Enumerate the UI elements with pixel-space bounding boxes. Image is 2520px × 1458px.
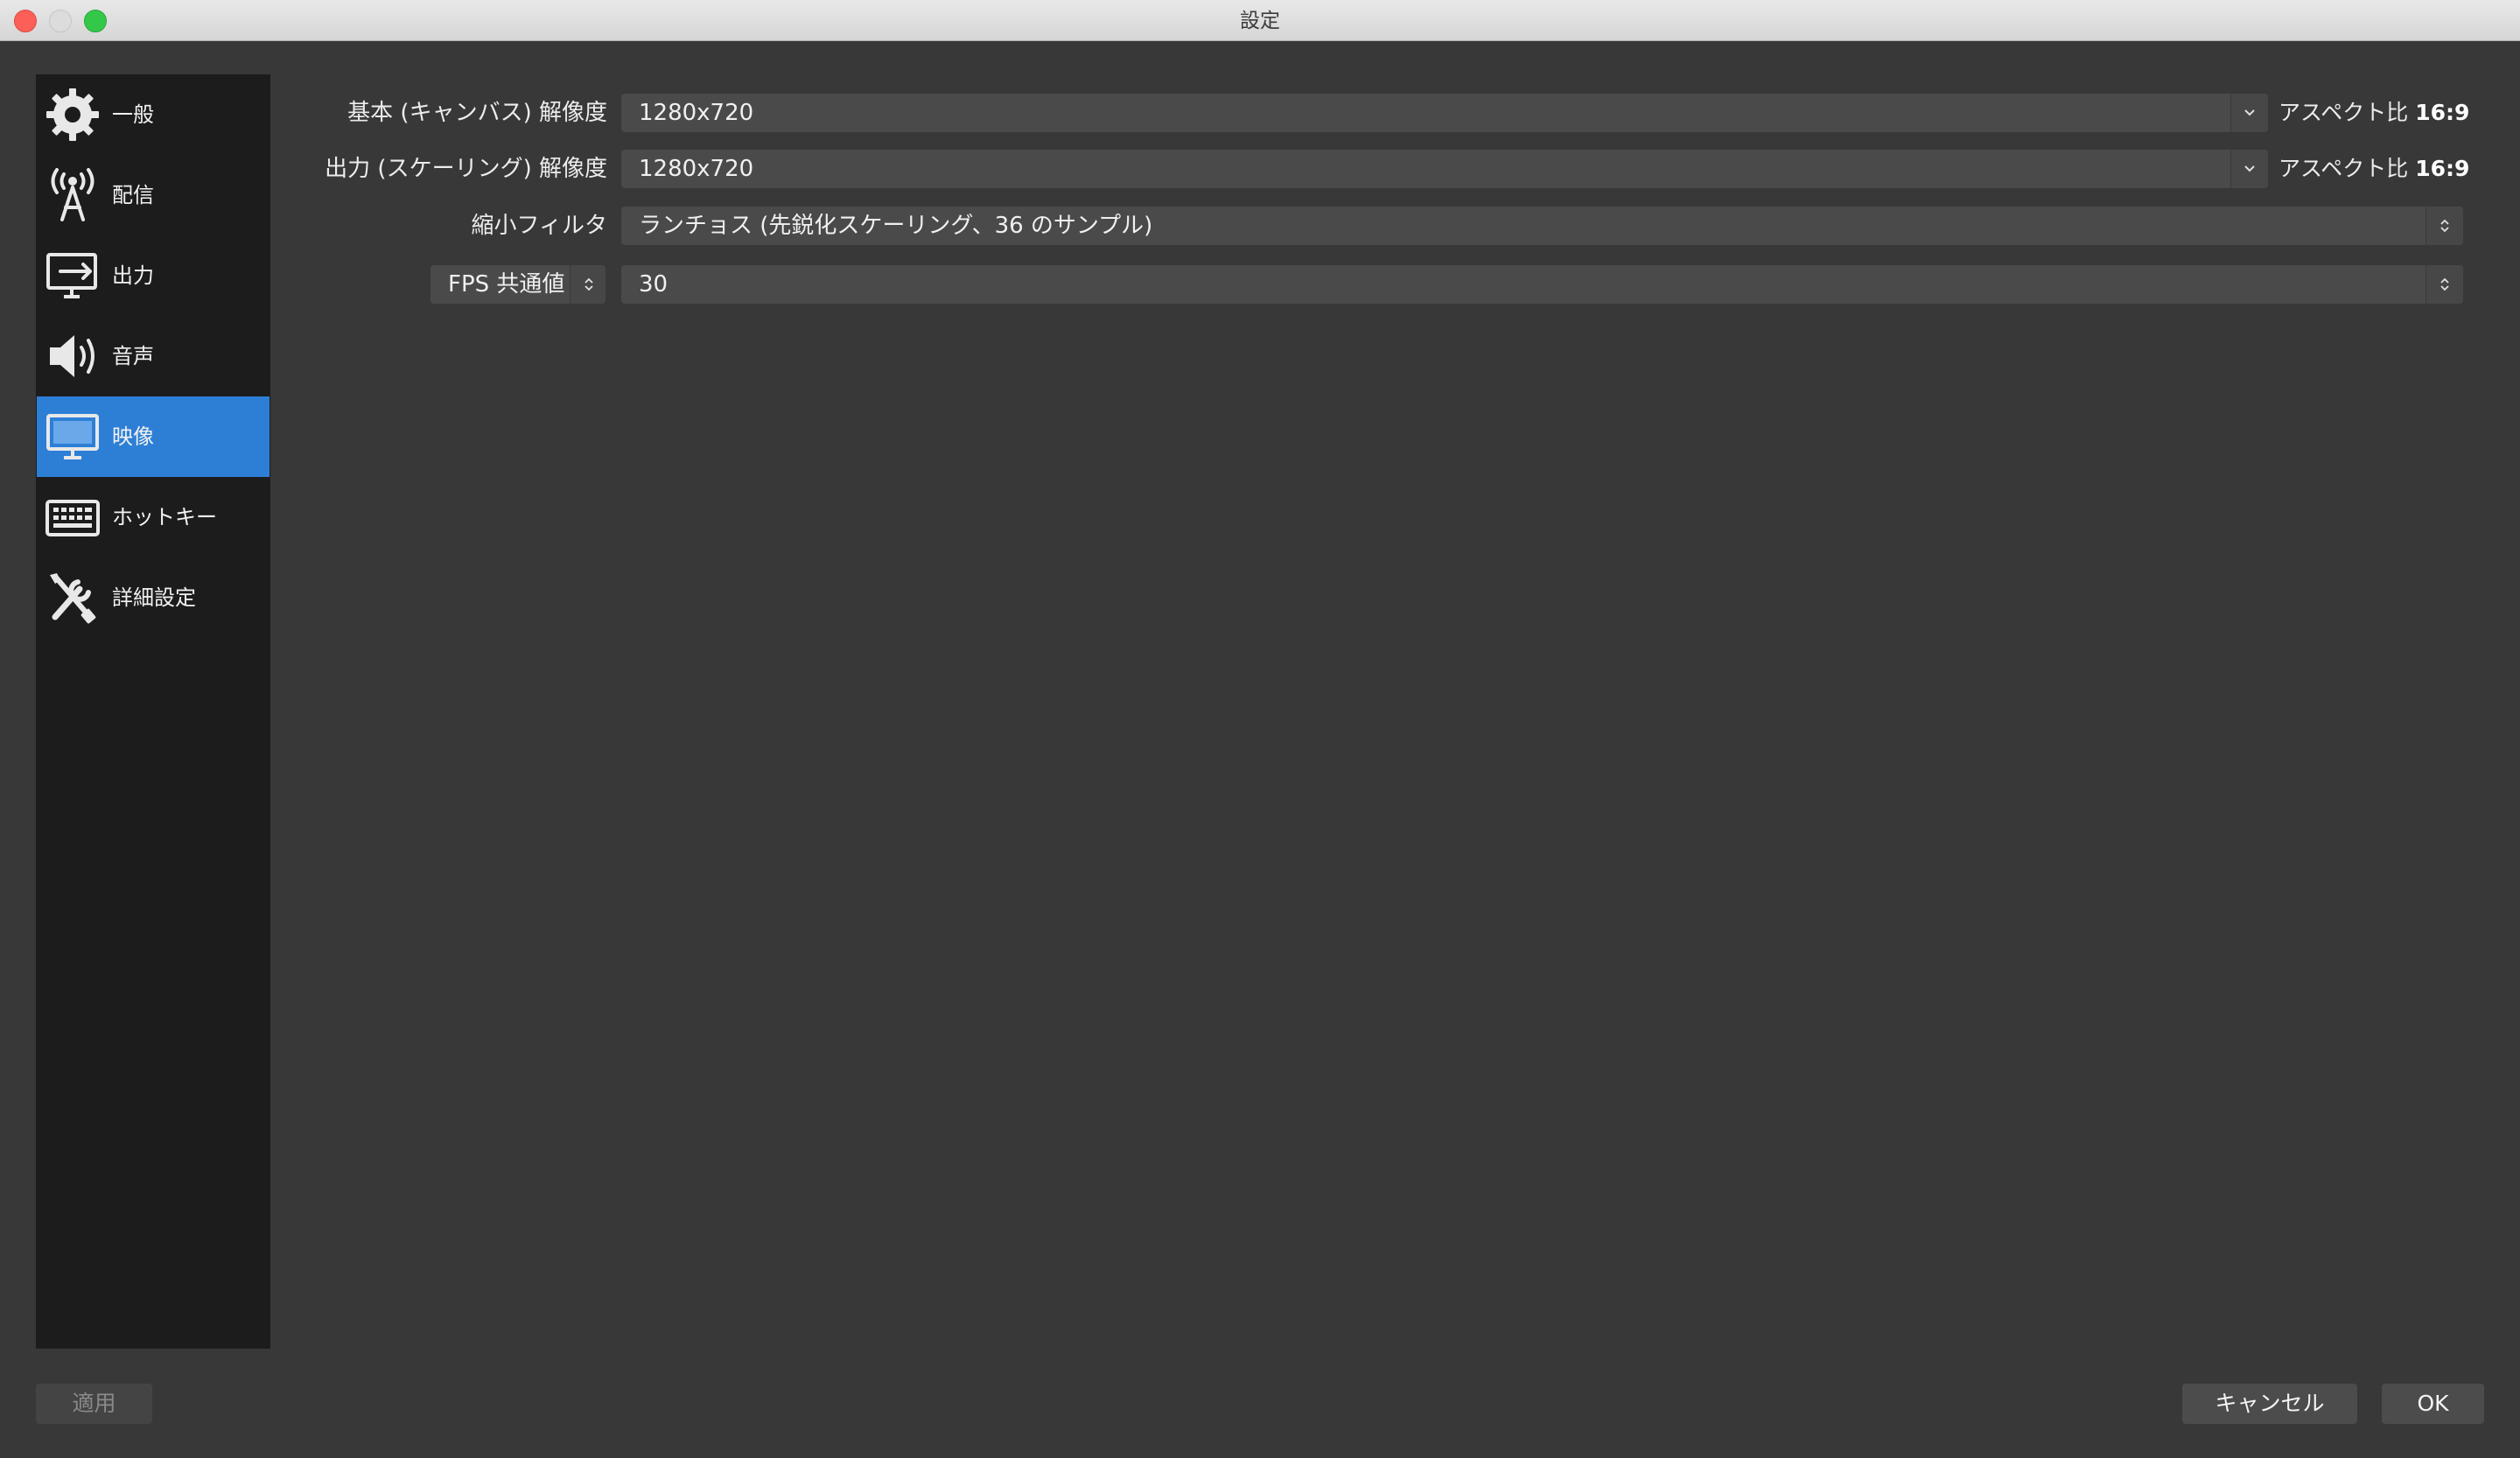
title-bar: 設定 — [0, 0, 2520, 41]
sidebar-item-label: 音声 — [112, 344, 154, 368]
aspect-ratio-value: 16:9 — [2415, 156, 2470, 181]
output-aspect-ratio: アスペクト比 16:9 — [2278, 150, 2469, 188]
cancel-button[interactable]: キャンセル — [2182, 1384, 2357, 1424]
sidebar-item-label: 一般 — [112, 102, 154, 127]
base-aspect-ratio: アスペクト比 16:9 — [2278, 94, 2469, 132]
up-down-arrows-icon[interactable] — [2426, 265, 2463, 304]
aspect-ratio-prefix: アスペクト比 — [2278, 100, 2409, 125]
output-resolution-label: 出力 (スケーリング) 解像度 — [325, 156, 607, 182]
sidebar-item-advanced[interactable]: 詳細設定 — [37, 557, 270, 638]
aspect-ratio-value: 16:9 — [2415, 100, 2470, 125]
output-resolution-combobox[interactable]: 1280x720 — [621, 150, 2268, 188]
downscale-filter-value: ランチョス (先鋭化スケーリング、36 のサンプル) — [639, 213, 1153, 239]
window-title: 設定 — [1240, 10, 1280, 32]
base-resolution-value: 1280x720 — [639, 100, 754, 126]
broadcast-antenna-icon — [44, 167, 102, 223]
fps-value-select[interactable]: 30 — [621, 265, 2463, 304]
base-resolution-combobox[interactable]: 1280x720 — [621, 94, 2268, 132]
settings-content: 一般 配信 出力 音声 映像 ホットキー 詳細設定 基本 (キャンバス) 解像度… — [0, 41, 2520, 1458]
sidebar-item-label: 出力 — [112, 263, 154, 288]
gear-icon — [44, 87, 102, 143]
sidebar-item-hotkeys[interactable]: ホットキー — [37, 477, 270, 557]
sidebar-item-video[interactable]: 映像 — [37, 396, 270, 477]
ok-button[interactable]: OK — [2382, 1384, 2484, 1424]
apply-button[interactable]: 適用 — [36, 1384, 152, 1424]
up-down-arrows-icon[interactable] — [570, 265, 606, 304]
sidebar-item-general[interactable]: 一般 — [37, 74, 270, 155]
downscale-filter-select[interactable]: ランチョス (先鋭化スケーリング、36 のサンプル) — [621, 207, 2463, 245]
speaker-icon — [44, 328, 102, 384]
chevron-down-icon[interactable] — [2230, 94, 2268, 132]
output-resolution-value: 1280x720 — [639, 156, 754, 182]
sidebar-item-label: ホットキー — [112, 505, 217, 529]
up-down-arrows-icon[interactable] — [2426, 207, 2463, 245]
sidebar-item-output[interactable]: 出力 — [37, 235, 270, 316]
keyboard-icon — [44, 489, 102, 545]
chevron-down-icon[interactable] — [2230, 150, 2268, 188]
monitor-icon — [44, 409, 102, 465]
fps-type-value: FPS 共通値 — [448, 271, 565, 298]
settings-sidebar: 一般 配信 出力 音声 映像 ホットキー 詳細設定 — [36, 74, 270, 1349]
output-monitor-icon — [44, 248, 102, 304]
sidebar-item-label: 映像 — [112, 424, 154, 449]
aspect-ratio-prefix: アスペクト比 — [2278, 156, 2409, 181]
fps-value: 30 — [639, 271, 668, 298]
sidebar-item-stream[interactable]: 配信 — [37, 155, 270, 235]
fps-type-select[interactable]: FPS 共通値 — [430, 265, 606, 304]
sidebar-item-audio[interactable]: 音声 — [37, 316, 270, 396]
sidebar-item-label: 配信 — [112, 183, 154, 207]
base-resolution-label: 基本 (キャンバス) 解像度 — [347, 100, 607, 126]
tools-icon — [44, 570, 102, 626]
downscale-filter-label: 縮小フィルタ — [471, 213, 607, 239]
sidebar-item-label: 詳細設定 — [112, 585, 196, 610]
